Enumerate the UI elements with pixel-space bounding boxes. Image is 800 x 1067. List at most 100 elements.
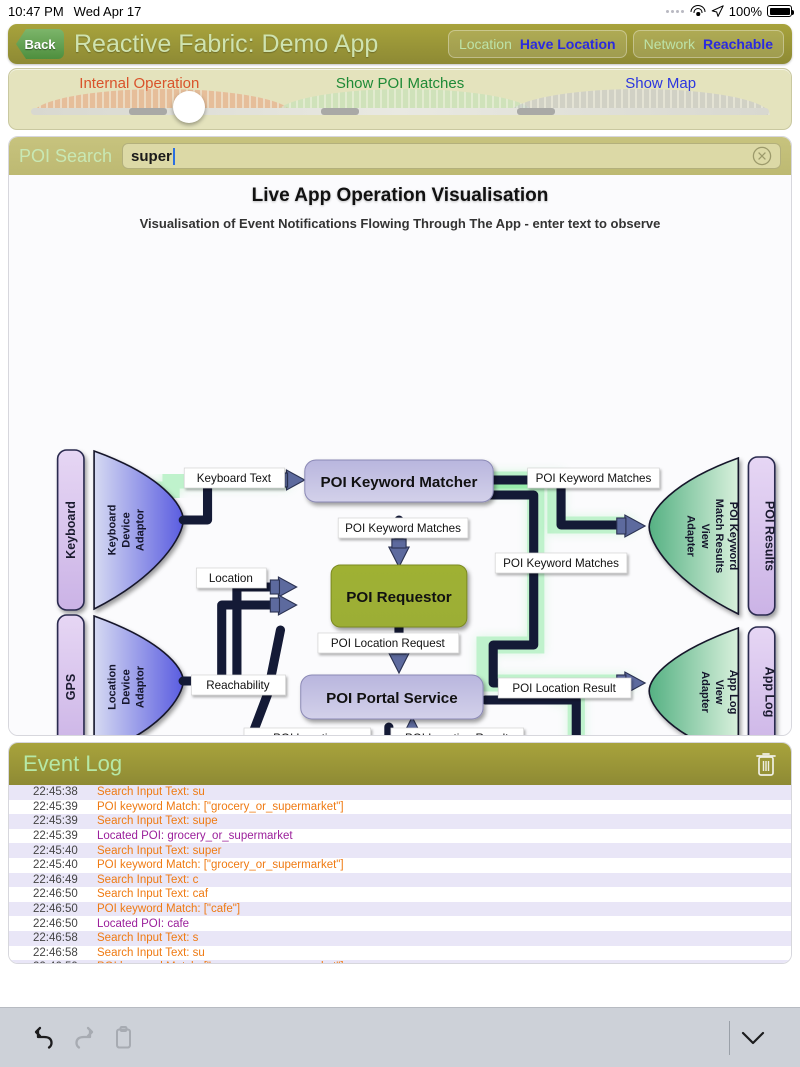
- location-status-badge: Location Have Location: [447, 30, 627, 58]
- event-log-message: Located POI: cafe: [97, 917, 190, 930]
- event-log-title: Event Log: [23, 751, 123, 776]
- event-log-row: 22:46:50 POI keyword Match: ["cafe"]: [9, 901, 791, 917]
- wifi-icon: [690, 5, 706, 17]
- paste-button[interactable]: [104, 1018, 144, 1058]
- mode-slider-notch: [129, 108, 167, 115]
- svg-text:App Log: App Log: [763, 667, 777, 718]
- poi-search-label: POI Search: [19, 145, 113, 166]
- event-log-message: Search Input Text: s: [97, 932, 199, 945]
- chevron-down-icon: [741, 1031, 765, 1044]
- location-status-value: Have Location: [519, 36, 616, 52]
- event-log-message: Search Input Text: supe: [97, 815, 218, 828]
- event-log-message: POI keyword Match: ["grocery_or_supermar…: [97, 961, 344, 963]
- svg-text:Adaptor: Adaptor: [135, 665, 147, 708]
- event-log-time: 22:46:59: [33, 961, 85, 963]
- edge-label: POI Location Result: [405, 733, 509, 735]
- mode-slider-notch: [517, 108, 555, 115]
- event-log-row: 22:46:49 Search Input Text: c: [9, 872, 791, 888]
- navigation-bar: Back Reactive Fabric: Demo App Location …: [8, 24, 792, 64]
- event-log-message: POI keyword Match: ["grocery_or_supermar…: [97, 859, 344, 872]
- status-date: Wed Apr 17: [73, 3, 142, 19]
- sink-poi-results: [648, 456, 776, 616]
- event-log-panel: Event Log 22:45:38 Search Input Text: su 2…: [8, 742, 792, 964]
- text-caret: [172, 147, 175, 165]
- svg-text:POI Results: POI Results: [763, 501, 777, 571]
- event-log-time: 22:46:50: [33, 917, 78, 930]
- event-log-time: 22:45:39: [33, 830, 78, 843]
- event-log-time: 22:45:38: [33, 786, 78, 799]
- clear-circle-icon[interactable]: [752, 146, 772, 166]
- node-label: POI Requestor: [346, 589, 452, 606]
- node-label: POI Keyword Matcher: [321, 474, 478, 491]
- dismiss-keyboard-button[interactable]: [730, 1018, 776, 1058]
- svg-text:Adapter: Adapter: [685, 515, 697, 557]
- event-log-header: Event Log: [9, 743, 791, 785]
- svg-text:Keyboard: Keyboard: [106, 504, 118, 555]
- event-log-message: POI keyword Match: ["cafe"]: [97, 903, 241, 916]
- mode-slider-knob[interactable]: [173, 91, 206, 123]
- event-log-list[interactable]: 22:45:38 Search Input Text: su 22:45:39 POI…: [9, 785, 791, 963]
- paste-icon: [116, 1025, 131, 1048]
- event-log-message: Located POI: grocery_or_supermarket: [97, 830, 293, 843]
- svg-text:View: View: [699, 524, 711, 549]
- edge-label: POI Keyword Matches: [536, 473, 652, 485]
- network-status-badge: Network Reachable: [632, 30, 784, 58]
- redo-icon: [75, 1026, 94, 1049]
- svg-text:Device: Device: [120, 512, 132, 547]
- event-log-message: Search Input Text: su: [97, 946, 205, 959]
- event-log-message: Search Input Text: super: [97, 844, 222, 857]
- event-log-time: 22:46:50: [33, 888, 78, 901]
- sink-app-log: [648, 626, 776, 735]
- edge-label: Reachability: [206, 680, 270, 692]
- edge-label: POI Keyword Matches: [503, 558, 619, 570]
- redo-button[interactable]: [64, 1018, 104, 1058]
- svg-text:Adapter: Adapter: [699, 671, 711, 713]
- undo-icon: [34, 1026, 53, 1049]
- edge-label: Location: [209, 573, 253, 585]
- svg-text:App Log: App Log: [727, 670, 739, 715]
- svg-text:Location: Location: [106, 664, 118, 710]
- svg-text:GPS: GPS: [64, 674, 78, 700]
- event-log-row: 22:45:38 Search Input Text: su: [9, 785, 791, 800]
- location-status-label: Location: [458, 36, 512, 52]
- back-button-label: Back: [24, 36, 56, 52]
- trash-icon[interactable]: [755, 751, 777, 777]
- poi-search-input[interactable]: super: [122, 143, 781, 169]
- event-log-time: 22:45:40: [33, 859, 78, 872]
- live-operation-diagram: Live App Operation Visualisation Visuali…: [9, 175, 791, 735]
- status-time: 10:47 PM: [8, 3, 64, 19]
- event-log-time: 22:45:39: [33, 800, 78, 813]
- back-button[interactable]: Back: [16, 29, 64, 59]
- undo-button[interactable]: [24, 1018, 64, 1058]
- event-log-time: 22:46:49: [33, 873, 78, 886]
- mode-slider-track[interactable]: [31, 108, 769, 115]
- bottom-toolbar: [0, 1007, 800, 1067]
- location-arrow-icon: [711, 4, 724, 17]
- poi-search-bar: POI Search super: [9, 137, 791, 175]
- event-log-row: 22:45:39 Search Input Text: supe: [9, 814, 791, 829]
- svg-text:POI Keyword: POI Keyword: [727, 502, 739, 571]
- edge-label: Keyboard Text: [197, 473, 272, 485]
- event-log-row: 22:46:59 POI keyword Match: ["grocery_or_…: [9, 960, 791, 963]
- event-log-time: 22:45:40: [33, 844, 78, 857]
- event-log-time: 22:46:58: [33, 932, 78, 945]
- event-log-time: 22:46:50: [33, 903, 78, 916]
- mode-slider[interactable]: Internal Operation Show POI Matches Show…: [8, 68, 792, 130]
- mode-slider-notch: [321, 108, 359, 115]
- svg-text:Device: Device: [120, 669, 132, 704]
- event-log-message: POI keyword Match: ["grocery_or_supermar…: [97, 800, 344, 813]
- edge-label: POI Keyword Matches: [345, 523, 461, 535]
- diagram-canvas: .pipe{fill:none;stroke:#141a36;stroke-wi…: [56, 449, 777, 735]
- event-log-row: 22:45:39 POI keyword Match: ["grocery_or_…: [9, 800, 791, 815]
- event-log-message: Search Input Text: caf: [97, 888, 209, 901]
- signal-dots-icon: [665, 9, 684, 13]
- battery-icon: [767, 5, 794, 17]
- event-log-row: 22:45:39 Located POI: grocery_or_supermar…: [9, 829, 791, 844]
- network-status-label: Network: [643, 36, 695, 52]
- network-status-value: Reachable: [702, 36, 773, 52]
- page-title: Reactive Fabric: Demo App: [74, 29, 379, 58]
- svg-text:Adaptor: Adaptor: [135, 508, 147, 551]
- svg-text:Match Results: Match Results: [713, 499, 725, 574]
- svg-text:View: View: [713, 680, 725, 705]
- event-log-message: Search Input Text: c: [97, 873, 199, 886]
